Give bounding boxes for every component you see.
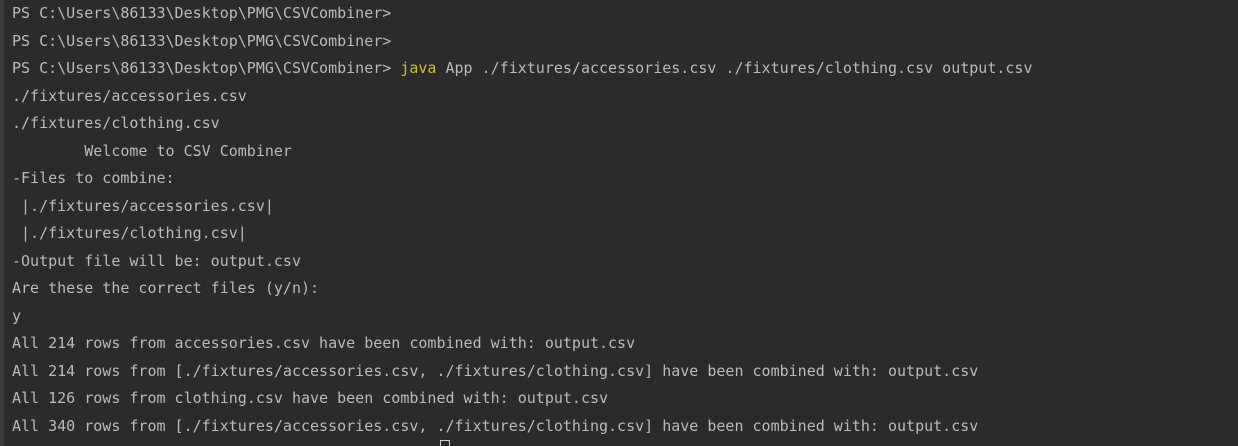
terminal-line: All 214 rows from [./fixtures/accessorie… — [12, 361, 979, 380]
terminal-line: |./fixtures/clothing.csv| — [12, 224, 247, 242]
terminal-line: PS C:\Users\86133\Desktop\PMG\CSVCombine… — [12, 31, 392, 50]
command-prompt: PS C:\Users\86133\Desktop\PMG\CSVCombine… — [12, 59, 401, 77]
terminal-line: -Files to combine: — [12, 169, 175, 187]
text-cursor — [440, 440, 450, 446]
command-line: PS C:\Users\86133\Desktop\PMG\CSVCombine… — [12, 55, 1238, 83]
confirmation-prompt: Are these the correct files (y/n): — [12, 279, 320, 297]
command-keyword: java — [400, 59, 437, 77]
terminal-line: ./fixtures/clothing.csv — [12, 114, 220, 132]
terminal-gutter — [0, 0, 4, 446]
user-input: y — [12, 306, 22, 325]
terminal-line: PS C:\Users\86133\Desktop\PMG\CSVCombine… — [12, 4, 392, 22]
terminal-line: All 214 rows from accessories.csv have b… — [12, 334, 636, 352]
terminal-line: All 126 rows from clothing.csv have been… — [12, 389, 609, 407]
terminal-line: All 340 rows from [./fixtures/accessorie… — [12, 416, 979, 435]
welcome-message: Welcome to CSV Combiner — [12, 141, 292, 160]
command-arguments: App ./fixtures/accessories.csv ./fixture… — [436, 59, 1033, 77]
terminal-output[interactable]: PS C:\Users\86133\Desktop\PMG\CSVCombine… — [12, 0, 1238, 440]
terminal-line: |./fixtures/accessories.csv| — [12, 196, 274, 215]
terminal-line: ./fixtures/accessories.csv — [12, 86, 247, 105]
terminal-line: -Output file will be: output.csv — [12, 251, 301, 270]
terminal-window[interactable]: PS C:\Users\86133\Desktop\PMG\CSVCombine… — [0, 0, 1238, 446]
